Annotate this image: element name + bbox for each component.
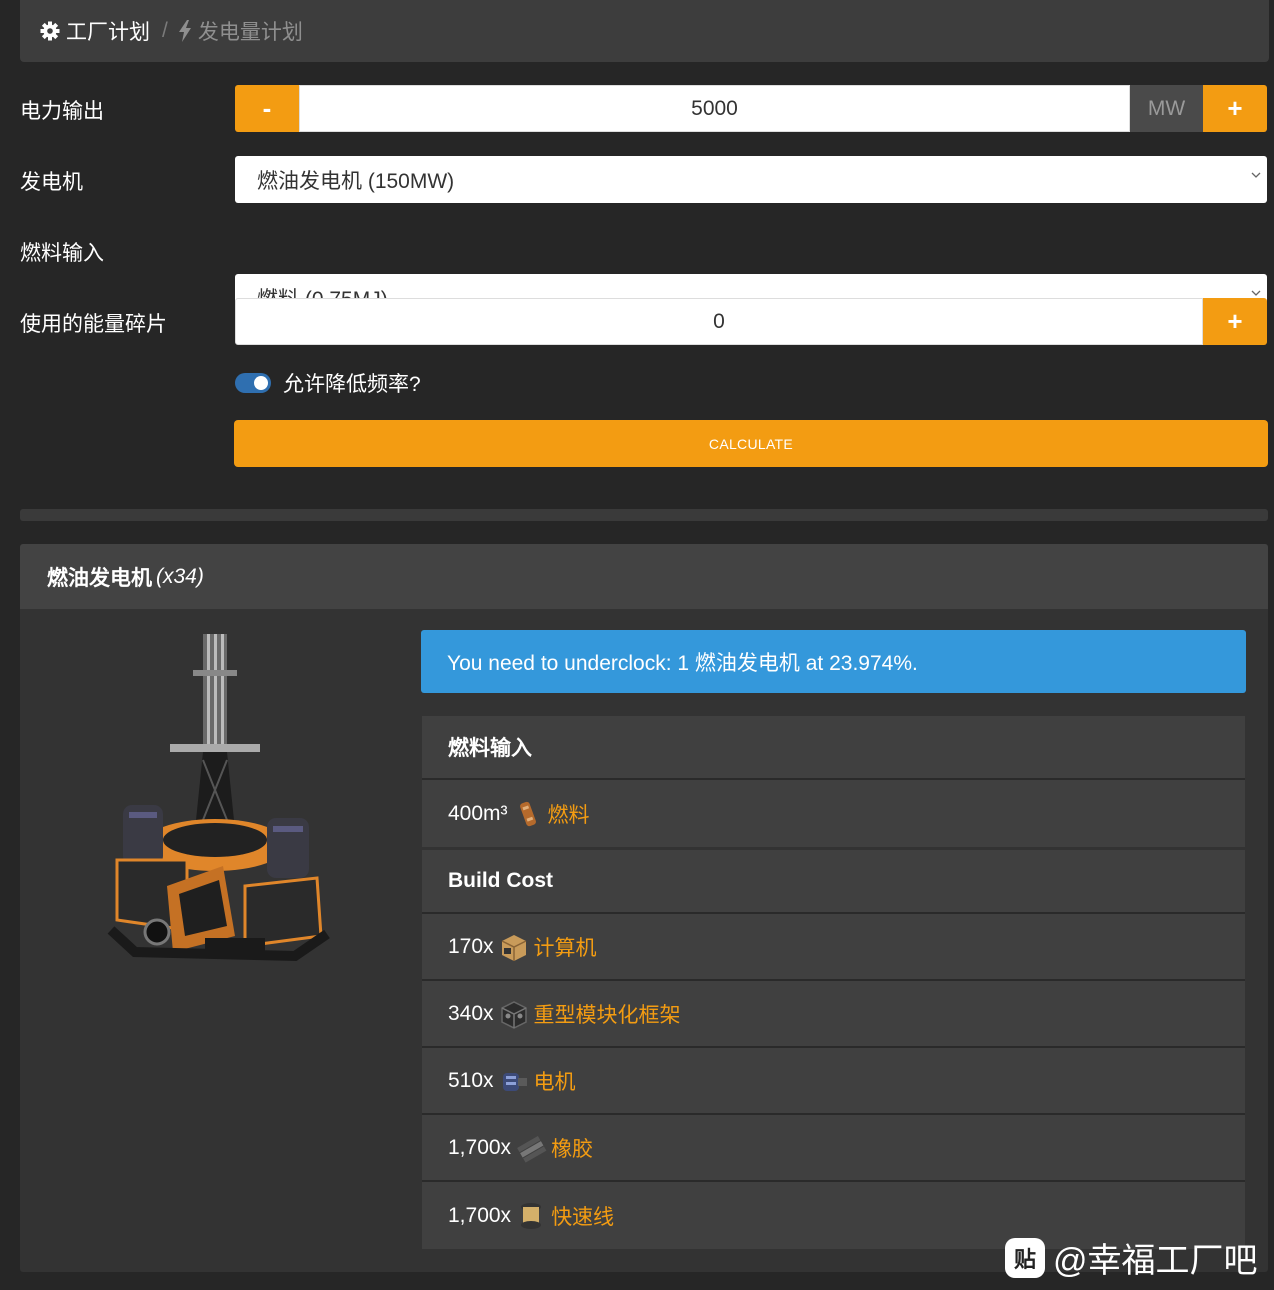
fuel-input-label: 燃料输入 (20, 242, 104, 265)
section-divider (20, 509, 1268, 521)
power-unit-label: MW (1130, 85, 1203, 132)
cost-amount: 1,700x (448, 1135, 512, 1159)
cost-item-link[interactable]: 快速线 (551, 1201, 614, 1231)
chevron-down-icon (1251, 172, 1261, 178)
cost-amount: 170x (448, 934, 494, 958)
cost-amount: 340x (448, 1001, 494, 1025)
breadcrumb-home[interactable]: 工厂计划 (40, 16, 150, 46)
motor-icon (502, 1072, 527, 1091)
cost-item-link[interactable]: 重型模块化框架 (534, 999, 681, 1029)
table-row: 400m³ 燃料 (422, 780, 1245, 847)
result-card: 燃油发电机 (x34) You need to underclock: 1 燃油… (20, 544, 1268, 1272)
underclock-toggle-label: 允许降低频率? (283, 373, 421, 396)
cost-amount: 510x (448, 1068, 494, 1092)
heavy-frame-icon (500, 1000, 527, 1029)
increase-button[interactable]: + (1203, 85, 1267, 132)
table-row: 510x 电机 (422, 1048, 1245, 1115)
calculate-button[interactable]: CALCULATE (234, 420, 1268, 467)
cost-item-link[interactable]: 电机 (534, 1066, 576, 1096)
chevron-down-icon (1251, 290, 1261, 296)
breadcrumb-separator: / (162, 19, 168, 42)
result-header: 燃油发电机 (x34) (20, 544, 1268, 609)
computer-box-icon (501, 934, 526, 961)
fuel-amount: 400m³ (448, 801, 508, 825)
fuel-input-table: 燃料输入 400m³ 燃料 (422, 716, 1245, 847)
breadcrumb-current-label: 发电量计划 (197, 21, 303, 44)
power-shards-label: 使用的能量碎片 (20, 313, 167, 336)
build-cost-header: Build Cost (422, 850, 1245, 914)
table-row: 170x 计算机 (422, 914, 1245, 981)
quickwire-spool-icon (521, 1202, 542, 1229)
shards-increase-button[interactable]: + (1203, 298, 1267, 345)
generator-selected: 燃油发电机 (150MW) (257, 169, 455, 193)
power-output-label: 电力输出 (20, 100, 104, 123)
gear-icon (40, 21, 60, 41)
breadcrumb: 工厂计划 / 发电量计划 (20, 0, 1269, 62)
fuel-input-header: 燃料输入 (422, 716, 1245, 780)
generator-label: 发电机 (20, 171, 83, 194)
watermark: 贴 @幸福工厂吧 (1005, 1233, 1258, 1282)
decrease-button[interactable]: - (235, 85, 299, 132)
cost-amount: 1,700x (448, 1203, 512, 1227)
watermark-text: @幸福工厂吧 (1053, 1242, 1258, 1280)
underclock-toggle-row: 允许降低频率? (235, 368, 421, 398)
fuel-canister-icon (519, 801, 536, 826)
table-row: 1,700x 橡胶 (422, 1115, 1245, 1182)
cost-item-link[interactable]: 计算机 (534, 932, 597, 962)
bolt-icon (178, 20, 191, 42)
generator-select[interactable]: 燃油发电机 (150MW) (235, 156, 1267, 203)
underclock-toggle[interactable] (235, 373, 271, 393)
breadcrumb-current: 发电量计划 (178, 16, 303, 46)
underclock-alert: You need to underclock: 1 燃油发电机 at 23.97… (421, 630, 1246, 693)
breadcrumb-home-label: 工厂计划 (66, 21, 150, 44)
result-count: (x34) (156, 564, 204, 588)
result-title: 燃油发电机 (47, 566, 152, 590)
tieba-logo-icon: 贴 (1005, 1237, 1045, 1278)
fuel-item-link[interactable]: 燃料 (548, 799, 590, 829)
power-output-input[interactable]: 5000 (299, 85, 1130, 132)
rubber-icon (517, 1135, 547, 1163)
power-shards-input[interactable]: 0 (235, 298, 1203, 345)
fuel-generator-image (107, 634, 330, 962)
build-cost-table: Build Cost 170x 计算机 340x 重型模块化框架 510x 电机… (422, 850, 1245, 1249)
cost-item-link[interactable]: 橡胶 (551, 1133, 593, 1163)
table-row: 340x 重型模块化框架 (422, 981, 1245, 1048)
